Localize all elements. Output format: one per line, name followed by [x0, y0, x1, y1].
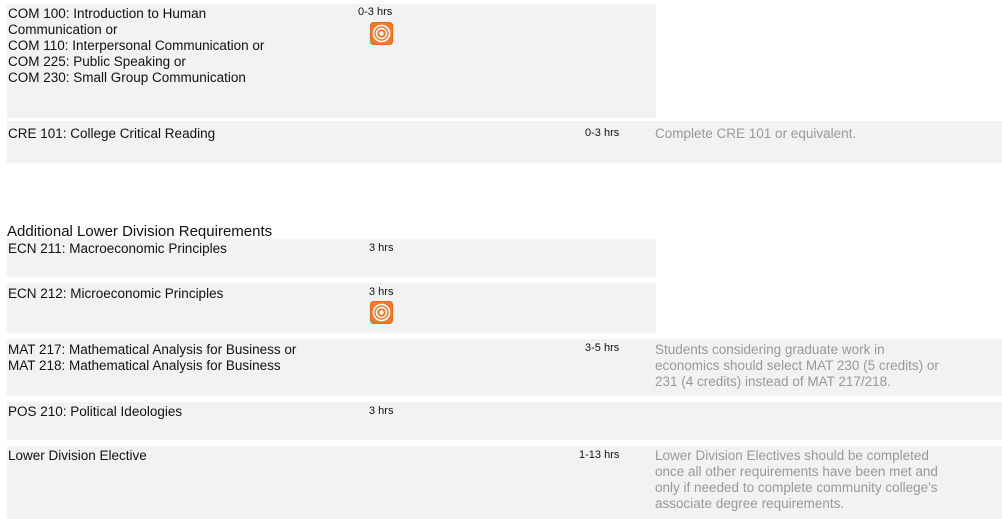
course-line: COM 230: Small Group Communication: [8, 70, 246, 85]
course-title-ecn212: ECN 212: Microeconomic Principles: [8, 286, 224, 301]
course-title-com: COM 100: Introduction to Human Communica…: [8, 6, 338, 86]
credit-hours: 3 hrs: [369, 405, 394, 417]
note-line: economics should select MAT 230 (5 credi…: [655, 358, 939, 373]
course-title-cre: CRE 101: College Critical Reading: [8, 126, 216, 141]
note-line: only if needed to complete community col…: [655, 480, 938, 495]
course-title-pos210: POS 210: Political Ideologies: [8, 404, 183, 419]
course-line: COM 110: Interpersonal Communication or: [8, 38, 265, 53]
credit-hours: 3 hrs: [369, 242, 394, 254]
course-title-elective: Lower Division Elective: [8, 448, 147, 463]
course-line: COM 225: Public Speaking or: [8, 54, 186, 69]
course-note: Lower Division Electives should be compl…: [655, 448, 938, 512]
credit-hours: 0-3 hrs: [585, 127, 620, 139]
credit-hours: 3-5 hrs: [585, 342, 620, 354]
course-line: MAT 218: Mathematical Analysis for Busin…: [8, 358, 281, 373]
note-line: 231 (4 credits) instead of MAT 217/218.: [655, 374, 891, 389]
course-line: Communication or: [8, 22, 118, 37]
credit-hours: 1-13 hrs: [579, 449, 620, 461]
credit-hours: 0-3 hrs: [358, 6, 393, 18]
target-circle-icon[interactable]: [370, 301, 393, 324]
note-line: associate degree requirements.: [655, 496, 845, 511]
course-title-ecn211: ECN 211: Macroeconomic Principles: [8, 241, 227, 256]
course-title-mat217: MAT 217: Mathematical Analysis for Busin…: [8, 342, 296, 374]
course-line: MAT 217: Mathematical Analysis for Busin…: [8, 342, 297, 357]
note-line: Students considering graduate work in: [655, 342, 885, 357]
note-line: once all other requirements have been me…: [655, 464, 938, 479]
credit-hours: 3 hrs: [369, 286, 394, 298]
note-line: Lower Division Electives should be compl…: [655, 448, 929, 463]
target-circle-icon[interactable]: [370, 22, 393, 45]
course-line: COM 100: Introduction to Human: [8, 6, 207, 21]
course-note: Students considering graduate work in ec…: [655, 342, 939, 390]
course-note: Complete CRE 101 or equivalent.: [655, 126, 857, 141]
